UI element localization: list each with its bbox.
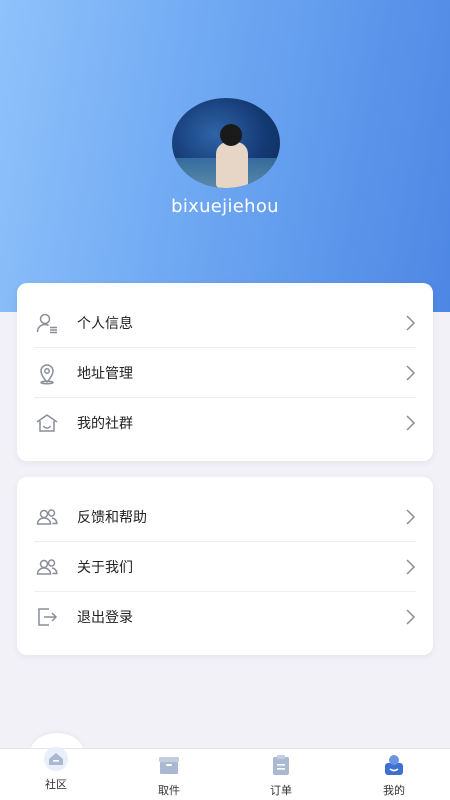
bottom-tab-bar: 社区 取件 订单 我的	[0, 747, 450, 800]
menu-item-personal-info[interactable]: 个人信息	[34, 298, 416, 348]
location-pin-icon	[40, 364, 54, 385]
menu-item-logout[interactable]: 退出登录	[34, 592, 416, 642]
tab-label: 取件	[158, 784, 180, 797]
logout-icon	[38, 608, 58, 626]
menu-item-label: 反馈和帮助	[77, 510, 147, 526]
people-icon	[36, 559, 58, 575]
menu-item-label: 退出登录	[77, 610, 133, 626]
people-icon	[36, 509, 58, 525]
avatar-photo-figure-body	[216, 142, 248, 188]
menu-card-account: 个人信息 地址管理 我的社群	[17, 283, 433, 461]
avatar[interactable]	[172, 98, 280, 188]
chevron-right-icon	[406, 415, 416, 431]
community-house-icon	[36, 414, 58, 432]
avatar-photo-figure-head	[220, 124, 242, 146]
menu-item-label: 地址管理	[77, 366, 133, 382]
menu-item-label: 个人信息	[77, 316, 133, 332]
user-list-icon	[36, 313, 57, 334]
home-icon	[44, 747, 68, 771]
menu-item-about-us[interactable]: 关于我们	[34, 542, 416, 592]
tab-label: 订单	[270, 784, 292, 797]
chevron-right-icon	[406, 509, 416, 525]
tab-orders[interactable]: 订单	[225, 749, 337, 800]
menu-item-label: 关于我们	[77, 560, 133, 576]
chevron-right-icon	[406, 315, 416, 331]
tab-mine[interactable]: 我的	[338, 749, 450, 800]
menu-item-feedback-help[interactable]: 反馈和帮助	[34, 492, 416, 542]
tab-community[interactable]: 社区	[0, 747, 112, 800]
menu-item-label: 我的社群	[77, 416, 133, 432]
profile-icon	[385, 755, 403, 775]
menu-item-address[interactable]: 地址管理	[34, 348, 416, 398]
menu-item-my-community[interactable]: 我的社群	[34, 398, 416, 448]
package-box-icon	[159, 757, 179, 774]
chevron-right-icon	[406, 559, 416, 575]
username: bixuejiehou	[171, 196, 279, 217]
clipboard-icon	[273, 755, 289, 775]
tab-label: 社区	[45, 778, 67, 791]
tab-pickup[interactable]: 取件	[113, 749, 225, 800]
chevron-right-icon	[406, 365, 416, 381]
chevron-right-icon	[406, 609, 416, 625]
tab-label: 我的	[383, 784, 405, 797]
menu-card-support: 反馈和帮助 关于我们 退出登录	[17, 477, 433, 655]
